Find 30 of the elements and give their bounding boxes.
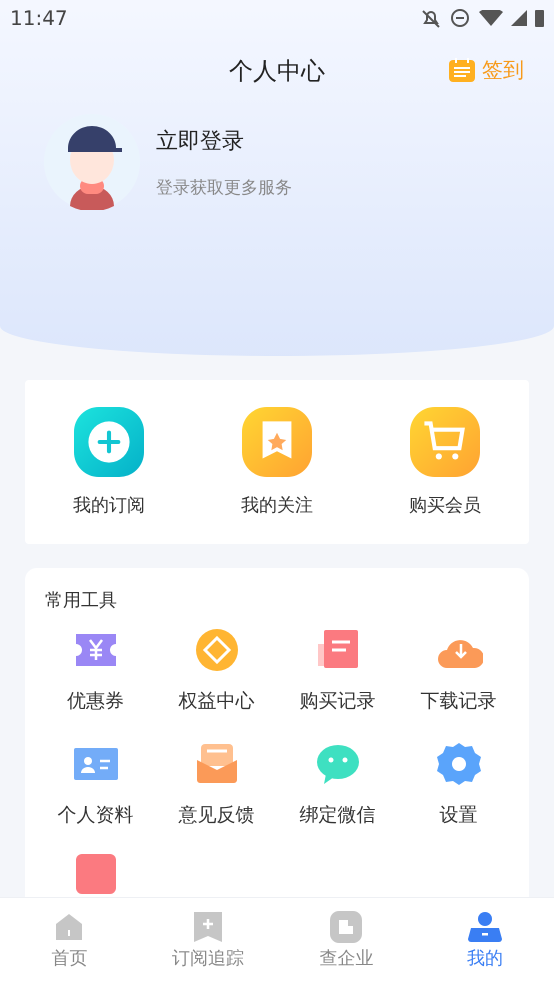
tab[interactable]: 首页 (0, 898, 138, 985)
section-title: 常用工具 (45, 589, 118, 612)
settings-icon (434, 740, 482, 788)
login-link[interactable]: 立即登录 (156, 126, 292, 156)
tool-label[interactable]: 设置 (440, 802, 478, 828)
shortcut-label[interactable]: 我的关注 (241, 493, 313, 517)
tab[interactable]: 我的 (416, 898, 554, 985)
tool-label[interactable]: 购买记录 (300, 688, 376, 714)
shortcut-label[interactable]: 我的订阅 (73, 493, 145, 517)
signal-icon (511, 10, 527, 26)
tool-label[interactable]: 绑定微信 (300, 802, 376, 828)
tool-label[interactable]: 权益中心 (178, 688, 254, 714)
cart-icon (410, 407, 480, 477)
shortcut-label[interactable]: 购买会员 (409, 493, 481, 517)
tool-label[interactable]: 个人资料 (58, 802, 134, 828)
tool-label[interactable]: 意见反馈 (178, 802, 254, 828)
battery-icon (535, 10, 544, 26)
building-icon (329, 910, 364, 944)
tab[interactable]: 查企业 (277, 898, 416, 985)
add-icon (74, 407, 144, 477)
user-icon (468, 910, 502, 944)
tab[interactable]: 订阅追踪 (138, 898, 277, 985)
do-not-disturb-icon (449, 7, 471, 29)
tool-label[interactable]: 优惠券 (67, 688, 124, 714)
status-time: 11:47 (10, 6, 68, 30)
tool-label[interactable]: 下载记录 (420, 688, 496, 714)
wifi-icon (479, 10, 503, 26)
calendar-icon (448, 57, 476, 83)
page-title: 个人中心 (229, 56, 325, 87)
login-subtitle: 登录获取更多服务 (156, 177, 292, 199)
